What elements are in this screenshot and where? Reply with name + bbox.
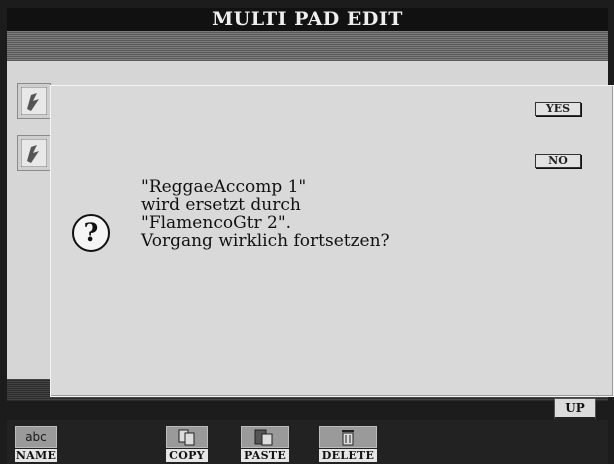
- copy-icon: [166, 426, 208, 448]
- delete-button-label: DELETE: [319, 449, 377, 462]
- delete-button[interactable]: DELETE: [319, 426, 377, 462]
- dialog-message-line: "FlamencoGtr 2".: [141, 213, 292, 233]
- trash-icon: [319, 426, 377, 448]
- pad-item-2[interactable]: [17, 135, 51, 171]
- paste-icon: [241, 426, 289, 448]
- dialog-message-line: "ReggaeAccomp 1": [141, 177, 307, 197]
- name-icon-text: abc: [25, 430, 47, 444]
- pad-item-1[interactable]: [17, 83, 51, 119]
- copy-button[interactable]: COPY: [166, 426, 208, 462]
- multi-pad-icon: [21, 87, 47, 115]
- paste-button[interactable]: PASTE: [241, 426, 289, 462]
- screen-title: MULTI PAD EDIT: [7, 8, 608, 31]
- top-strip: [7, 31, 608, 61]
- dialog-message-line: wird ersetzt durch: [141, 195, 301, 215]
- paste-button-label: PASTE: [241, 449, 289, 462]
- up-button[interactable]: UP: [554, 398, 596, 420]
- name-button-label: NAME: [15, 449, 57, 462]
- dialog-message-line: Vorgang wirklich fortsetzen?: [141, 231, 390, 251]
- question-mark-icon: ?: [72, 214, 110, 252]
- dialog-message: "ReggaeAccomp 1" wird ersetzt durch "Fla…: [141, 178, 541, 250]
- name-button[interactable]: abc NAME: [15, 426, 57, 462]
- folder-abc-icon: abc: [15, 426, 57, 448]
- yes-button[interactable]: YES: [535, 102, 581, 116]
- function-button-bar: abc NAME COPY PASTE DELETE: [7, 420, 608, 464]
- copy-button-label: COPY: [166, 449, 208, 462]
- confirm-dialog: YES NO ? "ReggaeAccomp 1" wird ersetzt d…: [50, 85, 614, 397]
- multi-pad-icon: [21, 139, 47, 167]
- no-button[interactable]: NO: [535, 154, 581, 168]
